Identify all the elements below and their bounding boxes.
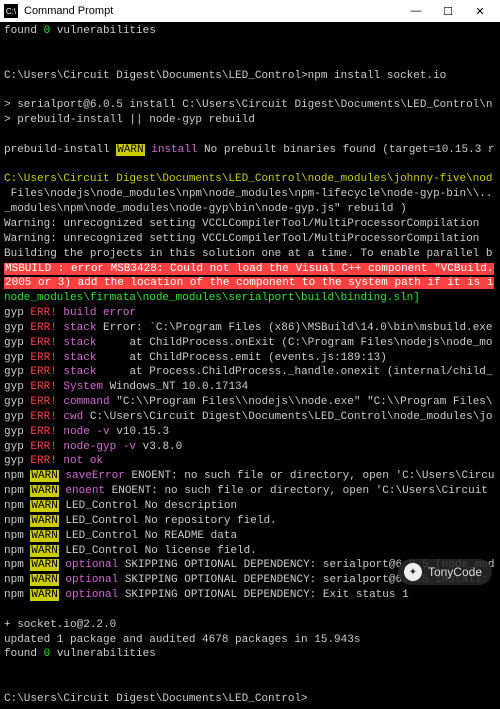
terminal-line: C:\Users\Circuit Digest\Documents\LED_Co… (4, 172, 496, 187)
terminal-line: updated 1 package and audited 4678 packa… (4, 633, 496, 648)
terminal-line: npm WARN LED_Control No description (4, 499, 496, 514)
terminal-line: npm WARN enoent ENOENT: no such file or … (4, 484, 496, 499)
terminal-line: gyp ERR! node-gyp -v v3.8.0 (4, 440, 496, 455)
terminal-line (4, 662, 496, 677)
terminal-line: node_modules\firmata\node_modules\serial… (4, 291, 496, 306)
terminal-line (4, 603, 496, 618)
terminal-line: gyp ERR! command "C:\\Program Files\\nod… (4, 395, 496, 410)
terminal-line: gyp ERR! stack at ChildProcess.onExit (C… (4, 336, 496, 351)
terminal-line: Warning: unrecognized setting VCCLCompil… (4, 217, 496, 232)
terminal-line: C:\Users\Circuit Digest\Documents\LED_Co… (4, 69, 496, 84)
terminal-line: gyp ERR! not ok (4, 454, 496, 469)
terminal-line: npm WARN LED_Control No repository field… (4, 514, 496, 529)
terminal-line (4, 677, 496, 692)
watermark-badge: ✦ TonyCode (398, 559, 492, 585)
terminal-line: gyp ERR! node -v v10.15.3 (4, 425, 496, 440)
terminal-line: Files\nodejs\node_modules\npm\node_modul… (4, 187, 496, 202)
maximize-button[interactable]: ☐ (432, 0, 464, 22)
wechat-icon: ✦ (404, 563, 422, 581)
terminal-line: npm WARN optional SKIPPING OPTIONAL DEPE… (4, 588, 496, 603)
window-titlebar: C:\ Command Prompt — ☐ ✕ (0, 0, 500, 22)
minimize-button[interactable]: — (400, 0, 432, 22)
terminal-line (4, 83, 496, 98)
terminal-line: > serialport@6.0.5 install C:\Users\Circ… (4, 98, 496, 113)
terminal-line: gyp ERR! System Windows_NT 10.0.17134 (4, 380, 496, 395)
terminal-line: Warning: unrecognized setting VCCLCompil… (4, 232, 496, 247)
terminal-line: > prebuild-install || node-gyp rebuild (4, 113, 496, 128)
terminal-line: gyp ERR! cwd C:\Users\Circuit Digest\Doc… (4, 410, 496, 425)
terminal-line: _modules\npm\node_modules\node-gyp\bin\n… (4, 202, 496, 217)
terminal-line: gyp ERR! stack Error: `C:\Program Files … (4, 321, 496, 336)
terminal-line: Building the projects in this solution o… (4, 247, 496, 262)
window-title: Command Prompt (24, 5, 400, 17)
terminal-line (4, 128, 496, 143)
terminal-line: C:\Users\Circuit Digest\Documents\LED_Co… (4, 692, 496, 707)
terminal-line: npm WARN saveError ENOENT: no such file … (4, 469, 496, 484)
terminal-output[interactable]: found 0 vulnerabilities C:\Users\Circuit… (0, 22, 500, 709)
terminal-line: found 0 vulnerabilities (4, 647, 496, 662)
terminal-line: found 0 vulnerabilities (4, 24, 496, 39)
terminal-line (4, 54, 496, 69)
terminal-line: MSBUILD : error MSB3428: Could not load … (4, 262, 496, 277)
terminal-line: prebuild-install WARN install No prebuil… (4, 143, 496, 158)
cmd-icon: C:\ (4, 4, 18, 18)
terminal-line: + socket.io@2.2.0 (4, 618, 496, 633)
window-controls: — ☐ ✕ (400, 0, 496, 22)
terminal-line (4, 158, 496, 173)
close-button[interactable]: ✕ (464, 0, 496, 22)
terminal-line: npm WARN LED_Control No license field. (4, 544, 496, 559)
terminal-line: gyp ERR! stack at Process.ChildProcess._… (4, 365, 496, 380)
terminal-line (4, 39, 496, 54)
terminal-line: npm WARN LED_Control No README data (4, 529, 496, 544)
watermark-text: TonyCode (428, 565, 482, 579)
terminal-line: gyp ERR! stack at ChildProcess.emit (eve… (4, 351, 496, 366)
terminal-line: 2005 or 3) add the location of the compo… (4, 276, 496, 291)
terminal-line: gyp ERR! build error (4, 306, 496, 321)
